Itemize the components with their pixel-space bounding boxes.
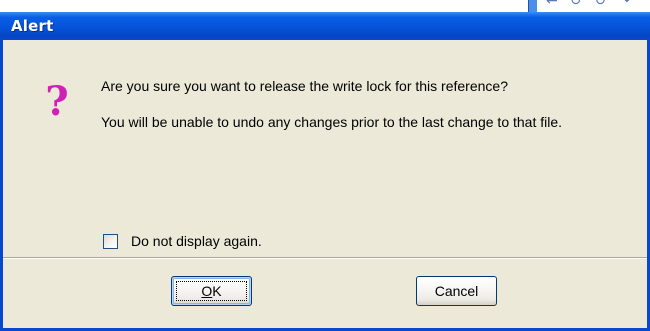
- message-line-2: You will be unable to undo any changes p…: [101, 114, 563, 130]
- alert-dialog: Alert ? Are you sure you want to release…: [0, 12, 650, 331]
- ok-label-rest: K: [212, 283, 222, 299]
- cancel-button-label: Cancel: [434, 283, 479, 299]
- do-not-display-again-option[interactable]: Do not display again.: [103, 232, 262, 250]
- do-not-display-again-checkbox[interactable]: [103, 233, 118, 249]
- title-bar[interactable]: Alert: [0, 12, 650, 40]
- ok-button-label: OK: [201, 283, 221, 299]
- ok-button[interactable]: OK: [171, 276, 252, 306]
- screen: ← ↺ ↻ ↷ Alert ? Are you sure you want to…: [0, 0, 650, 331]
- background-window-frame: [528, 0, 537, 12]
- background-toolbar-icons: ← ↺ ↻ ↷: [546, 0, 635, 9]
- do-not-display-again-label[interactable]: Do not display again.: [131, 233, 262, 249]
- cancel-button[interactable]: Cancel: [416, 276, 497, 306]
- ok-mnemonic: O: [201, 283, 213, 299]
- background-window-fragment: ← ↺ ↻ ↷: [528, 0, 650, 12]
- button-divider: [3, 257, 647, 259]
- dialog-title: Alert: [11, 17, 54, 35]
- alert-message: Are you sure you want to release the wri…: [101, 77, 621, 149]
- question-icon: ?: [45, 78, 69, 125]
- message-line-1: Are you sure you want to release the wri…: [101, 78, 508, 94]
